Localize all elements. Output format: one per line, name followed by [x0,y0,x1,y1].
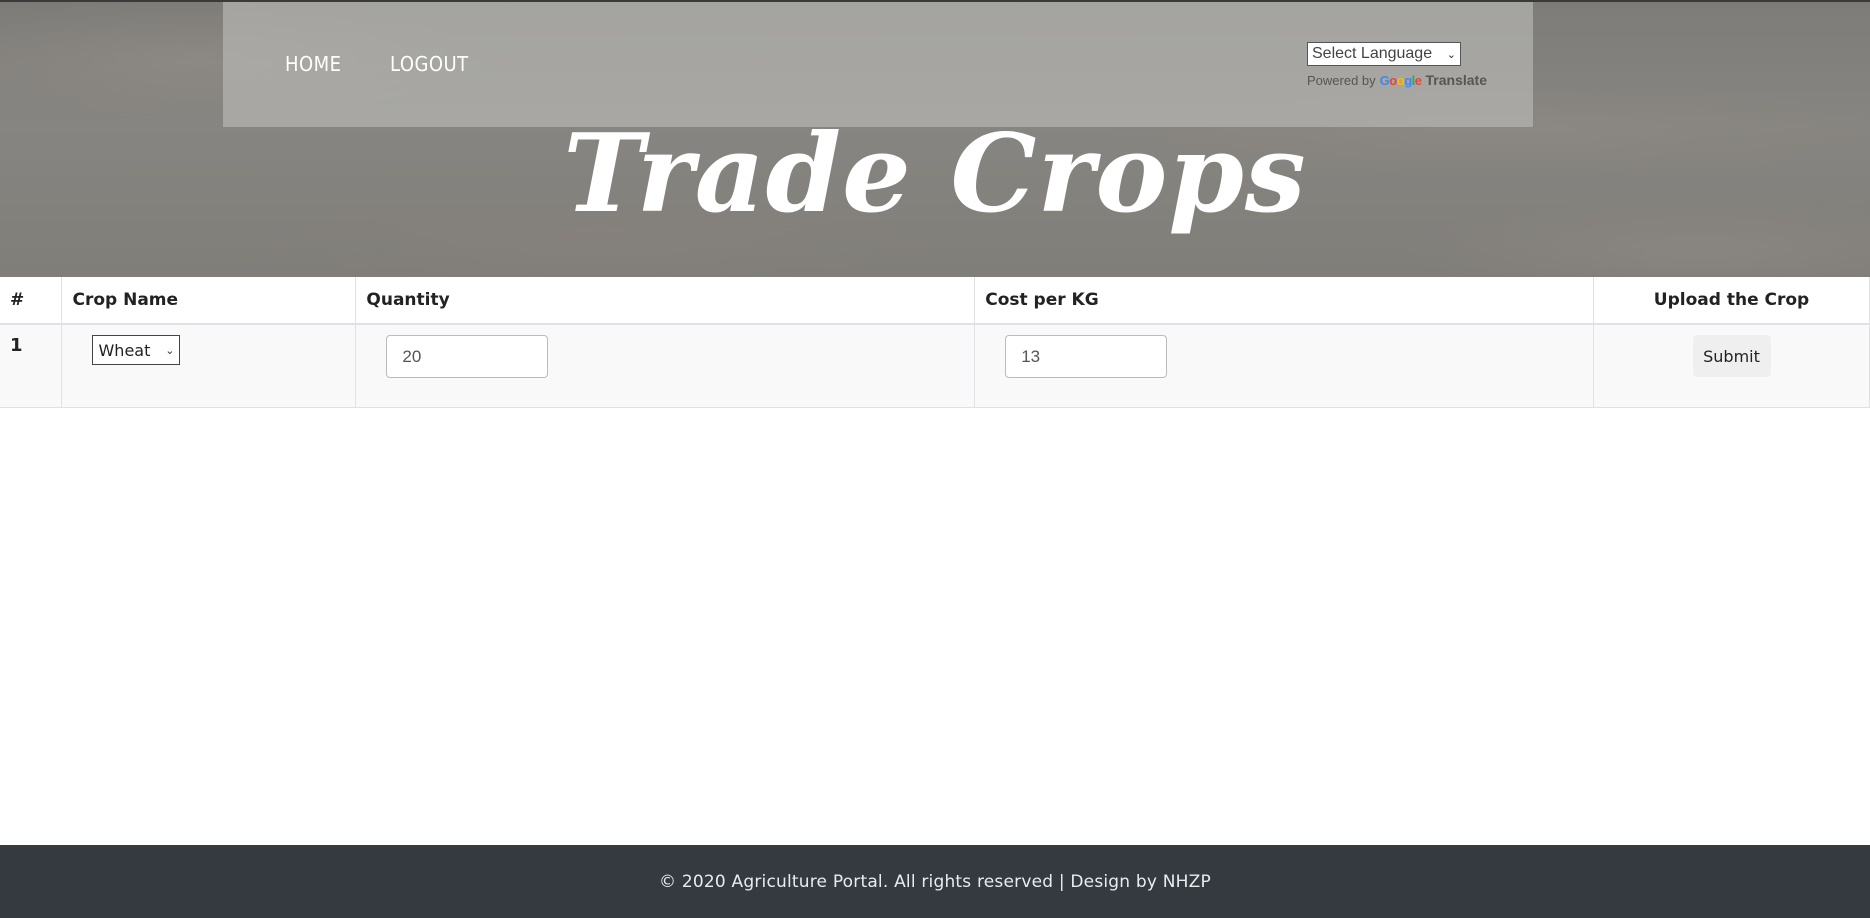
crop-select-value: Wheat [98,340,151,360]
nav-home-link[interactable]: HOME [285,52,341,76]
quantity-cell: 20 [355,324,976,408]
page-title: Trade Crops [563,111,1307,237]
table-header-row: # Crop Name Quantity Cost per KG Upload … [0,277,1870,325]
table-row: 1 Wheat ⌄ 20 13 Submit [0,324,1870,408]
header-crop-name: Crop Name [61,277,357,325]
footer-copyright: © 2020 Agriculture Portal. All rights re… [659,871,1211,892]
header-quantity: Quantity [355,277,976,325]
chevron-down-icon: ⌄ [1446,48,1456,61]
header-cost-per-kg: Cost per KG [974,277,1595,325]
crop-select[interactable]: Wheat ⌄ [92,335,181,365]
cost-value: 13 [1021,346,1041,366]
hero-banner: HOME LOGOUT Select Language ⌄ Powered by… [0,0,1870,277]
language-select[interactable]: Select Language ⌄ [1307,42,1461,66]
powered-by-line: Powered by Google Translate [1307,72,1487,88]
nav-logout-link[interactable]: LOGOUT [390,52,469,76]
header-index: # [0,277,63,325]
footer: © 2020 Agriculture Portal. All rights re… [0,845,1870,918]
upload-cell: Submit [1593,324,1870,408]
google-translate-widget: Select Language ⌄ Powered by Google Tran… [1307,42,1487,88]
google-logo: Google [1379,72,1422,88]
row-index-cell: 1 [0,324,63,408]
header-upload: Upload the Crop [1593,277,1870,325]
trade-crops-table: # Crop Name Quantity Cost per KG Upload … [0,277,1870,408]
cost-cell: 13 [974,324,1595,408]
powered-by-label: Powered by [1307,72,1376,88]
navbar: HOME LOGOUT Select Language ⌄ Powered by… [223,2,1533,127]
row-index: 1 [10,335,23,356]
submit-button[interactable]: Submit [1692,335,1771,377]
quantity-input[interactable]: 20 [386,335,549,378]
quantity-value: 20 [402,346,422,366]
cost-per-kg-input[interactable]: 13 [1005,335,1168,378]
language-select-value: Select Language [1312,45,1433,62]
crop-name-cell: Wheat ⌄ [61,324,357,408]
chevron-down-icon: ⌄ [165,343,175,357]
translate-link[interactable]: Translate [1426,72,1487,88]
